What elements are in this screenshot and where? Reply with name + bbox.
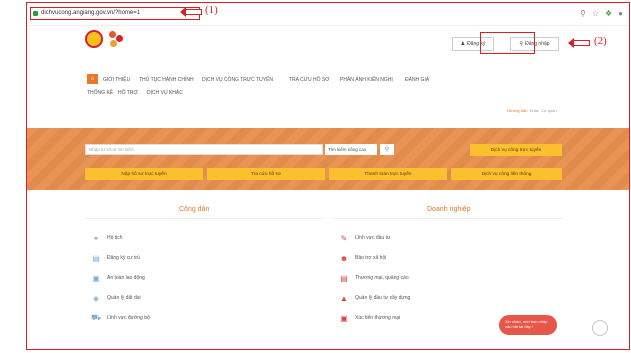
nav-item-statistics[interactable]: THỐNG KÊ [87,90,113,96]
business-item-investment[interactable]: ✎ Lĩnh vực đầu tư [339,231,391,245]
profile-icon[interactable]: ● [618,9,623,18]
url-field[interactable]: dichvucong.angiang.gov.vn/?home=1 [30,7,200,20]
arrow-1-icon [180,7,202,17]
nav-item-intro[interactable]: GIỚI THIỆU [103,77,130,83]
nav-item-online-services[interactable]: DỊCH VỤ CÔNG TRỰC TUYẾN [202,77,273,83]
extension-icon[interactable]: ❖ [605,9,612,18]
annotation-1: (1) [205,4,218,16]
business-title: Doanh nghiệp [427,206,471,213]
trade-icon: ▣ [340,313,348,323]
building-icon: ▲ [340,293,348,303]
citizen-item-labor-safety[interactable]: ▣ An toàn lao động [91,271,145,285]
utility-links: Hướng dẫn Khác Cơ quan [507,108,557,113]
citizen-item-residence[interactable]: ▤ Đăng ký cư trú [91,251,140,265]
site-header: ♟ Đăng ký ⚲ Đăng nhập [27,25,629,65]
nav-item-procedures[interactable]: THỦ TỤC HÀNH CHÍNH [139,77,194,83]
advanced-search-select[interactable]: Tìm kiếm nâng cao [325,144,377,155]
nav-item-support[interactable]: HỖ TRỢ [118,90,138,96]
star-icon[interactable]: ☆ [592,9,599,18]
search-icon: ⚲ [384,147,390,153]
land-icon: ◈ [92,293,100,303]
nav-item-feedback[interactable]: PHẢN ÁNH KIẾN NGHỊ [340,77,393,83]
browser-toolbar: ⚲ ☆ ❖ ● [580,9,623,18]
portal-logo[interactable] [109,31,129,47]
pen-icon: ✎ [340,233,348,243]
online-service-button[interactable]: Dịch vụ công trực tuyến [470,144,562,156]
search-icon[interactable]: ⚲ [580,9,586,18]
search-banner [27,128,629,190]
nav-item-rating[interactable]: ĐÁNH GIÁ [405,77,429,83]
lookup-button[interactable]: Tra cứu hồ sơ [207,168,325,180]
car-icon: ⛟ [91,313,102,322]
annotation-2: (2) [594,35,607,47]
nav-item-lookup[interactable]: TRA CỨU HỒ SƠ [289,77,330,83]
chat-launcher-icon[interactable] [592,320,608,336]
lock-icon [33,11,38,16]
shop-icon: ▤ [340,273,348,283]
online-payment-button[interactable]: Thanh toán trực tuyến [329,168,447,180]
browser-window: dichvucong.angiang.gov.vn/?home=1 ⚲ ☆ ❖ … [26,2,630,350]
business-item-trade-advertising[interactable]: ▤ Thương mại, quảng cáo [339,271,408,285]
submit-online-button[interactable]: Nộp hồ sơ trực tuyến [85,168,203,180]
agency-link[interactable]: Cơ quan [541,108,557,113]
business-item-social-protection[interactable]: ☻ Bảo trợ xã hội [339,251,387,265]
user-icon: ♟ [460,41,466,47]
nav-item-other-services[interactable]: DỊCH VỤ KHÁC [147,90,183,96]
search-input[interactable]: Nhập từ khoá tìm kiếm [85,144,323,155]
document-icon: ▣ [92,273,100,283]
address-bar: dichvucong.angiang.gov.vn/?home=1 ⚲ ☆ ❖ … [27,3,629,26]
citizen-title: Công dân [179,206,210,213]
guide-link[interactable]: Hướng dẫn [507,108,527,113]
citizen-item-roads[interactable]: ⛟ Lĩnh vực đường bộ [91,311,150,325]
national-emblem-icon [85,30,103,48]
citizen-item-civil-status[interactable]: ⚭ Hộ tịch [91,231,123,245]
people-icon: ☻ [339,253,349,263]
rings-icon: ⚭ [92,233,100,243]
business-divider [331,218,563,219]
url-text: dichvucong.angiang.gov.vn/?home=1 [41,10,141,16]
chat-bubble[interactable]: Xin chào, mời bạn nhập câu hỏi tại đây ! [499,315,557,335]
business-item-construction[interactable]: ▲ Quản lý đầu tư xây dựng [339,291,410,305]
search-button[interactable]: ⚲ [380,144,394,155]
citizen-divider [85,218,325,219]
home-icon[interactable]: ⌂ [87,74,98,84]
linked-services-button[interactable]: Dịch vụ công liên thông [451,168,562,180]
id-card-icon: ▤ [92,253,100,263]
arrow-2-icon [568,38,590,48]
citizen-item-land[interactable]: ◈ Quản lý đất đai [91,291,141,305]
login-highlight-box [480,32,535,54]
business-item-trade-promotion[interactable]: ▣ Xúc tiến thương mại [339,311,400,325]
other-link[interactable]: Khác [530,108,539,113]
